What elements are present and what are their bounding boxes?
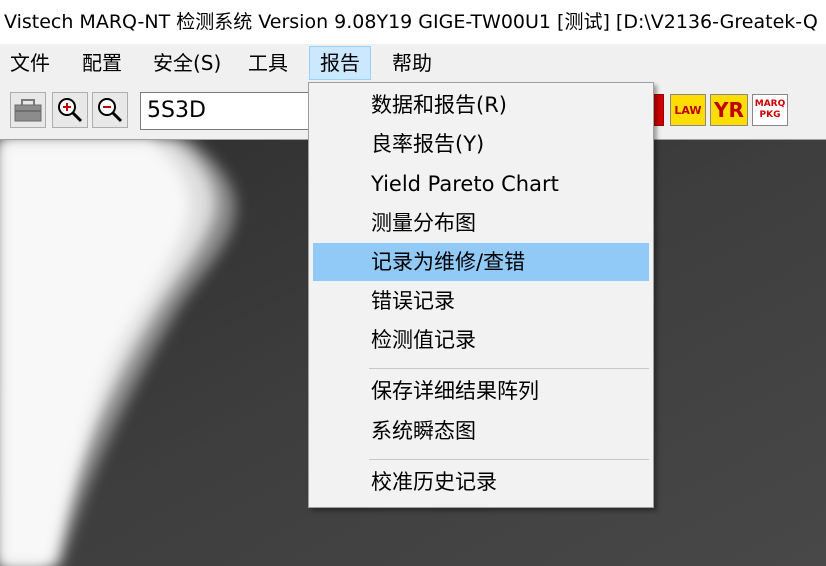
menu-item-data-and-report[interactable]: 数据和报告(R): [313, 86, 649, 124]
menu-help[interactable]: 帮助: [382, 46, 442, 80]
recipe-combo[interactable]: 5S3D: [140, 92, 330, 130]
menu-file[interactable]: 文件: [0, 46, 60, 80]
menu-separator: [369, 459, 649, 460]
menu-config[interactable]: 配置: [72, 46, 132, 80]
marq-pkg-button[interactable]: MARQ PKG: [752, 94, 788, 126]
law-button[interactable]: LAW: [670, 94, 706, 126]
pkg-label: PKG: [759, 110, 781, 120]
zoom-in-button[interactable]: [52, 92, 88, 128]
zoom-in-icon: [58, 98, 83, 123]
menu-item-error-log[interactable]: 错误记录: [313, 282, 649, 320]
menu-item-yield-report[interactable]: 良率报告(Y): [313, 125, 649, 163]
menu-bar: 文件 配置 安全(S) 工具 报告 帮助: [0, 44, 826, 84]
zoom-out-icon: [98, 98, 123, 123]
menu-item-measurement-distribution[interactable]: 测量分布图: [313, 204, 649, 242]
menu-item-calibration-history[interactable]: 校准历史记录: [313, 463, 649, 501]
marq-label: MARQ: [754, 99, 786, 109]
toolbox-icon: [14, 99, 42, 122]
menu-separator: [369, 368, 649, 369]
menu-item-system-transient-chart[interactable]: 系统瞬态图: [313, 412, 649, 450]
menu-item-record-for-repair[interactable]: 记录为维修/查错: [313, 243, 649, 281]
window-title: Vistech MARQ-NT 检测系统 Version 9.08Y19 GIG…: [0, 0, 826, 44]
toolbox-button[interactable]: [10, 92, 46, 128]
menu-tools[interactable]: 工具: [238, 46, 298, 80]
zoom-out-button[interactable]: [92, 92, 128, 128]
menu-item-save-detailed-results[interactable]: 保存详细结果阵列: [313, 372, 649, 410]
menu-report[interactable]: 报告: [309, 46, 371, 80]
report-dropdown-menu: 数据和报告(R) 良率报告(Y) Yield Pareto Chart 测量分布…: [308, 82, 654, 508]
menu-item-yield-pareto-chart[interactable]: Yield Pareto Chart: [313, 165, 649, 203]
menu-security[interactable]: 安全(S): [143, 46, 231, 80]
yr-button[interactable]: YR: [710, 94, 748, 126]
menu-item-inspection-value-log[interactable]: 检测值记录: [313, 321, 649, 359]
